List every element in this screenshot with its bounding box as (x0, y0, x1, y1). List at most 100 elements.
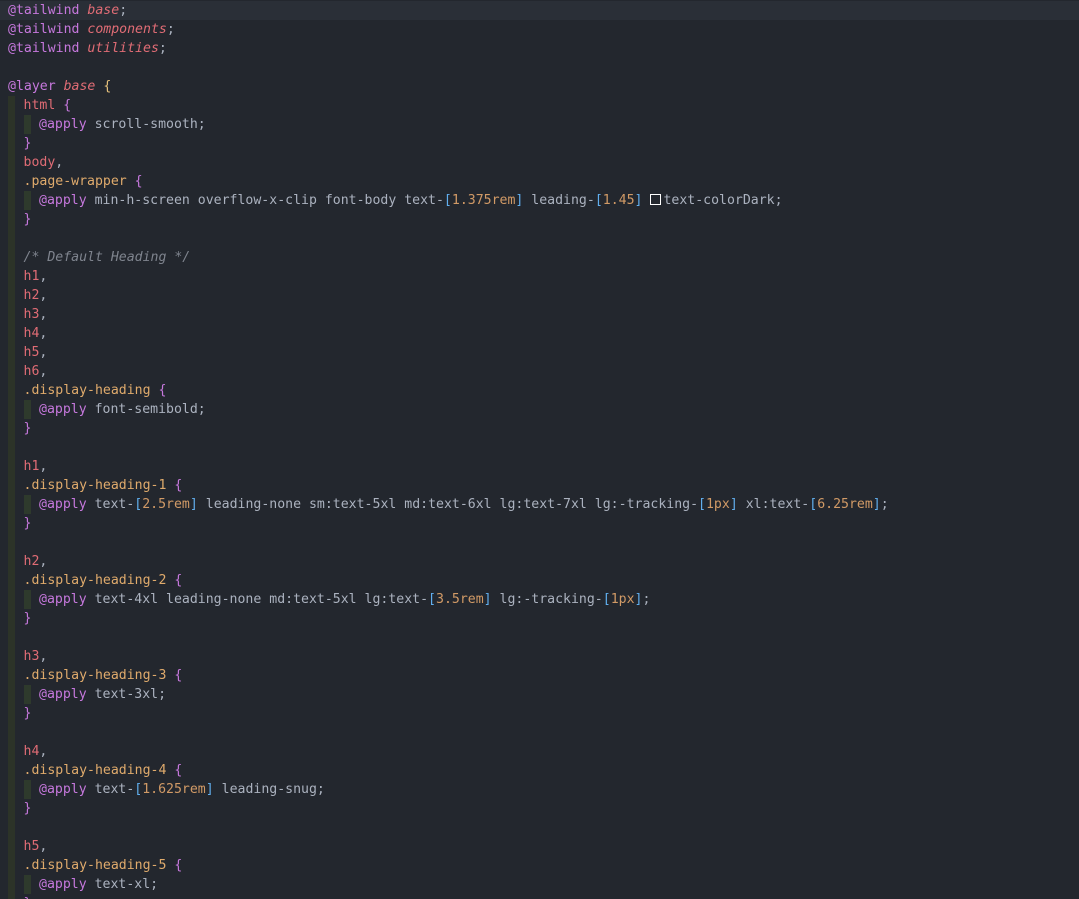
code-line[interactable]: } (0, 704, 1079, 723)
code-line[interactable]: h3, (0, 647, 1079, 666)
code-token: , (39, 839, 48, 854)
code-line[interactable]: .page-wrapper { (0, 172, 1079, 191)
code-text: @layer base { (8, 77, 111, 96)
code-line[interactable]: @apply text-4xl leading-none md:text-5xl… (0, 590, 1079, 609)
code-line[interactable]: /* Default Heading */ (0, 248, 1079, 267)
indent-guide (8, 533, 15, 552)
code-line[interactable]: } (0, 894, 1079, 899)
code-token: scroll-smooth; (86, 117, 206, 132)
indent-guide (8, 666, 15, 685)
code-line[interactable] (0, 628, 1079, 647)
code-text: @tailwind components; (8, 20, 175, 39)
code-line[interactable]: @apply text-3xl; (0, 685, 1079, 704)
color-swatch-icon[interactable] (650, 194, 662, 205)
code-line[interactable] (0, 58, 1079, 77)
code-line[interactable]: @tailwind components; (0, 20, 1079, 39)
code-token: h1 (23, 269, 40, 284)
indent-guide (8, 723, 15, 742)
code-text: h2, (24, 552, 48, 571)
code-line[interactable] (0, 818, 1079, 837)
code-line[interactable]: h1, (0, 457, 1079, 476)
code-token: [ (602, 592, 611, 607)
code-token: xl:text- (737, 497, 810, 512)
code-token: [ (428, 592, 436, 607)
code-line[interactable]: } (0, 210, 1079, 229)
code-line[interactable]: @apply scroll-smooth; (0, 115, 1079, 134)
code-token: { (134, 174, 143, 189)
code-line[interactable]: @apply font-semibold; (0, 400, 1079, 419)
code-line[interactable]: @apply text- [2.5rem] leading-none sm:tex… (0, 495, 1079, 514)
code-token: { (174, 668, 183, 683)
code-token: .page-wrapper (23, 174, 127, 189)
code-editor[interactable]: @tailwind base; @tailwind components; @tai… (0, 0, 1079, 899)
code-line[interactable]: @apply min-h-screen overflow-x-clip font… (0, 191, 1079, 210)
code-line[interactable] (0, 438, 1079, 457)
code-line[interactable]: @tailwind base; (0, 1, 1079, 20)
code-line[interactable]: .display-heading-1 { (0, 476, 1079, 495)
code-token: } (23, 706, 32, 721)
code-line[interactable]: h1, (0, 267, 1079, 286)
indent-guide (8, 229, 15, 248)
code-line[interactable]: .display-heading-5 { (0, 856, 1079, 875)
code-line[interactable]: h4, (0, 742, 1079, 761)
code-token: components (87, 22, 167, 37)
code-line[interactable]: @apply text-[1.625rem] leading-snug; (0, 780, 1079, 799)
code-line[interactable] (0, 533, 1079, 552)
code-token: @apply (39, 592, 87, 607)
indent-guide (8, 590, 15, 609)
code-token: .display-heading-2 (23, 573, 167, 588)
code-token: , (39, 744, 48, 759)
code-token: } (23, 801, 32, 816)
code-text: @apply scroll-smooth; (39, 115, 206, 134)
code-line[interactable]: @apply text-xl; (0, 875, 1079, 894)
code-line[interactable]: @tailwind utilities; (0, 39, 1079, 58)
indent-guide (8, 856, 15, 875)
code-token: ] (189, 497, 198, 512)
code-line[interactable]: h3, (0, 305, 1079, 324)
code-text: .display-heading-4 { (24, 761, 183, 780)
code-line[interactable]: .display-heading-2 { (0, 571, 1079, 590)
code-text: } (24, 514, 32, 533)
code-token: 3.5rem (436, 592, 484, 607)
code-token: text-colorDark; (663, 193, 783, 208)
code-line[interactable]: } (0, 514, 1079, 533)
code-token: .display-heading-4 (23, 763, 167, 778)
code-token: .display-heading-5 (23, 858, 167, 873)
indent-guide (8, 115, 15, 134)
indent-guide (8, 704, 15, 723)
code-line[interactable]: html { (0, 96, 1079, 115)
code-line[interactable]: .display-heading-4 { (0, 761, 1079, 780)
code-line[interactable] (0, 229, 1079, 248)
code-token: 1.625rem (142, 782, 206, 797)
code-text: } (24, 210, 32, 229)
code-token: h2 (23, 554, 40, 569)
code-line[interactable] (0, 723, 1079, 742)
code-text: @tailwind base; (8, 1, 127, 20)
code-line[interactable]: } (0, 419, 1079, 438)
code-line[interactable]: h5, (0, 343, 1079, 362)
code-line[interactable]: @layer base { (0, 77, 1079, 96)
indent-guide (8, 134, 15, 153)
code-line[interactable]: } (0, 799, 1079, 818)
code-token: .display-heading-1 (23, 478, 167, 493)
code-text: } (24, 419, 32, 438)
code-line[interactable]: h2, (0, 286, 1079, 305)
code-line[interactable]: .display-heading { (0, 381, 1079, 400)
code-line[interactable]: h2, (0, 552, 1079, 571)
code-token: @tailwind (8, 41, 80, 56)
code-line[interactable]: h5, (0, 837, 1079, 856)
code-token: } (23, 421, 32, 436)
code-line[interactable]: .display-heading-3 { (0, 666, 1079, 685)
code-line[interactable]: } (0, 609, 1079, 628)
code-line[interactable]: body, (0, 153, 1079, 172)
code-token: text- (86, 497, 135, 512)
code-token: ; (642, 592, 651, 607)
code-text: h1, (24, 457, 48, 476)
code-line[interactable]: h6, (0, 362, 1079, 381)
indent-guide (8, 362, 15, 381)
code-token: h4 (23, 744, 40, 759)
code-line[interactable]: } (0, 134, 1079, 153)
code-line[interactable]: h4, (0, 324, 1079, 343)
indent-guide (8, 153, 15, 172)
